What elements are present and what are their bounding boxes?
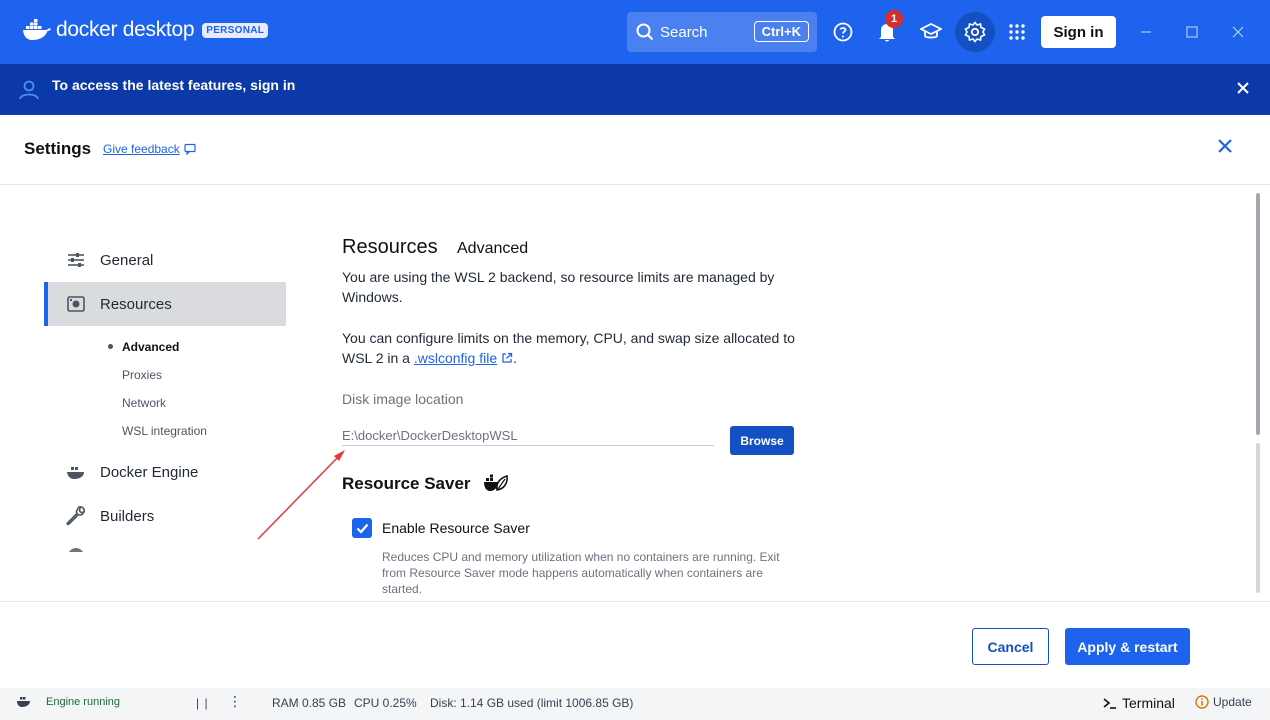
ram-usage: RAM 0.85 GB <box>272 696 347 710</box>
settings-close-icon[interactable] <box>1216 137 1234 155</box>
apply-restart-button[interactable]: Apply & restart <box>1065 628 1190 665</box>
engine-status[interactable]: Engine running <box>16 696 120 708</box>
gear-icon <box>964 21 986 43</box>
graduation-cap-icon <box>920 22 942 39</box>
settings-header: Settings Give feedback <box>0 115 1270 185</box>
engine-menu-button[interactable]: ⋮ <box>228 693 242 710</box>
sidebar-item-label: Builders <box>100 507 155 525</box>
sidebar-next-item-peek <box>68 548 84 552</box>
sidebar-item-label: General <box>100 251 154 269</box>
pause-engine-button[interactable]: | | <box>196 696 209 710</box>
terminal-icon <box>1103 698 1116 709</box>
disk-usage: Disk: 1.14 GB used (limit 1006.85 GB) <box>430 696 634 710</box>
sidebar-subitem-network[interactable]: Network <box>122 396 166 410</box>
external-link-icon <box>502 352 513 363</box>
update-label: Update <box>1213 695 1252 709</box>
give-feedback-link[interactable]: Give feedback <box>103 142 196 156</box>
top-bar: docker desktop PERSONAL Search Ctrl+K 1 … <box>0 0 1270 64</box>
search-shortcut: Ctrl+K <box>753 21 809 42</box>
minimize-button[interactable] <box>1134 20 1158 44</box>
disk-image-location-field[interactable] <box>342 426 714 446</box>
sidebar-item-resources[interactable]: Resources <box>44 282 286 326</box>
minimize-icon <box>1141 31 1151 33</box>
banner-close-icon[interactable] <box>1236 81 1250 95</box>
notification-badge: 1 <box>885 10 903 28</box>
wslconfig-note: You can configure limits on the memory, … <box>342 328 802 368</box>
status-bar: Engine running | | ⋮ RAM 0.85 GB CPU 0.2… <box>0 688 1270 720</box>
apps-grid-button[interactable] <box>1001 16 1033 48</box>
update-button[interactable]: Update <box>1195 695 1252 709</box>
disk-image-label: Disk image location <box>342 391 464 407</box>
terminal-label: Terminal <box>1122 695 1175 711</box>
sidebar-subitem-advanced[interactable]: Advanced <box>122 340 179 354</box>
resources-icon <box>67 296 85 312</box>
enable-resource-saver-label[interactable]: Enable Resource Saver <box>382 520 530 536</box>
plan-badge: PERSONAL <box>202 22 269 38</box>
close-icon <box>1232 26 1244 38</box>
search-icon <box>636 23 654 41</box>
scrollbar-thumb[interactable] <box>1256 193 1260 435</box>
docker-logo: docker desktop PERSONAL <box>22 18 269 42</box>
docker-whale-icon <box>23 19 51 40</box>
engine-status-text: Engine running <box>46 696 121 708</box>
search-label: Search <box>660 23 708 41</box>
annotation-arrow <box>257 450 345 540</box>
learning-center-button[interactable] <box>915 16 947 48</box>
info-icon <box>1195 695 1209 709</box>
content-scrollbar[interactable] <box>1256 193 1262 593</box>
cpu-usage: CPU 0.25% <box>354 696 417 710</box>
wsl-backend-note: You are using the WSL 2 backend, so reso… <box>342 269 775 305</box>
user-icon <box>19 80 39 100</box>
sidebar-item-builders[interactable]: Builders <box>44 494 286 538</box>
wslconfig-link[interactable]: .wslconfig file <box>414 350 497 366</box>
engine-icon <box>67 467 84 479</box>
feedback-icon <box>184 143 196 155</box>
logo-text: docker desktop <box>56 18 195 41</box>
sidebar-item-general[interactable]: General <box>44 238 286 282</box>
wslconfig-note-text: You can configure limits on the memory, … <box>342 330 795 366</box>
wslconfig-note-suffix: . <box>513 350 517 366</box>
sidebar-item-label: Docker Engine <box>100 463 199 481</box>
engine-whale-icon <box>17 697 30 707</box>
resource-saver-heading: Resource Saver <box>342 474 471 493</box>
resource-saver-description: Reduces CPU and memory utilization when … <box>382 550 780 596</box>
cancel-button[interactable]: Cancel <box>972 628 1049 665</box>
enable-resource-saver-checkbox[interactable] <box>352 518 372 538</box>
leaf-whale-icon <box>484 474 508 491</box>
sidebar-subitem-proxies[interactable]: Proxies <box>122 368 162 382</box>
sidebar-item-docker-engine[interactable]: Docker Engine <box>44 450 286 494</box>
sidebar-subitem-wsl-integration[interactable]: WSL integration <box>122 424 207 438</box>
maximize-icon <box>1186 26 1198 38</box>
settings-button[interactable] <box>955 12 995 52</box>
wrench-icon <box>66 506 85 526</box>
browse-button[interactable]: Browse <box>730 426 794 455</box>
maximize-button[interactable] <box>1180 20 1204 44</box>
feedback-label: Give feedback <box>103 142 180 156</box>
sidebar-item-label: Resources <box>100 295 172 313</box>
scrollbar-track <box>1256 443 1260 593</box>
check-icon <box>356 523 368 534</box>
close-window-button[interactable] <box>1226 20 1250 44</box>
sign-in-button[interactable]: Sign in <box>1041 16 1116 48</box>
banner-text: To access the latest features, sign in <box>52 77 296 93</box>
terminal-button[interactable]: Terminal <box>1103 695 1175 711</box>
grid-icon <box>1009 24 1025 40</box>
notifications-button[interactable]: 1 <box>871 10 903 48</box>
page-title: Settings <box>24 139 92 158</box>
search-bar[interactable]: Search Ctrl+K <box>627 12 817 52</box>
help-button[interactable] <box>827 16 859 48</box>
help-icon <box>833 22 853 42</box>
sign-in-banner: To access the latest features, sign in <box>0 64 1270 115</box>
active-sub-item-dot <box>108 344 113 349</box>
section-subheading: Advanced <box>457 240 529 257</box>
sliders-icon <box>68 253 84 267</box>
section-heading: Resources <box>342 236 438 258</box>
settings-footer: Cancel Apply & restart <box>0 601 1270 688</box>
